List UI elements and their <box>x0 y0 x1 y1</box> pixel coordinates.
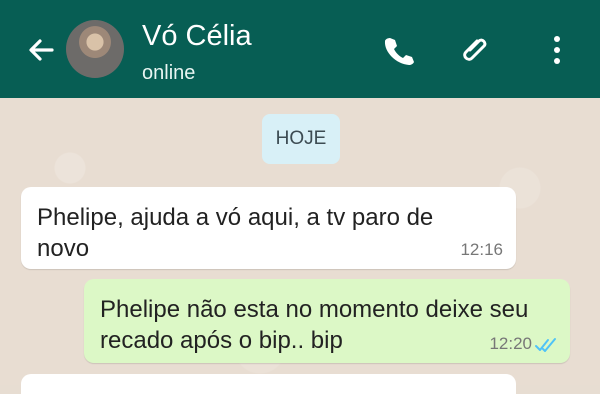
double-check-icon <box>535 338 556 352</box>
incoming-message[interactable]: Phelipe, ajuda a vó aqui, a tv paro de n… <box>21 187 516 269</box>
avatar[interactable] <box>66 20 124 78</box>
message-time: 12:16 <box>460 240 503 259</box>
more-vertical-icon[interactable] <box>543 32 571 68</box>
online-status: online <box>142 62 196 84</box>
message-time: 12:20 <box>489 334 532 353</box>
outgoing-message[interactable]: Phelipe não esta no momento deixe seu re… <box>84 279 570 363</box>
date-separator: HOJE <box>262 114 340 164</box>
contact-name[interactable]: Vó Célia <box>142 19 252 53</box>
paperclip-icon[interactable] <box>458 32 494 68</box>
back-arrow-icon[interactable] <box>22 30 62 70</box>
chat-header: Vó Célia online <box>0 0 600 98</box>
message-text: Phelipe não esta no momento deixe seu re… <box>100 296 529 354</box>
message-text: Phelipe, ajuda a vó aqui, a tv paro de n… <box>37 204 434 262</box>
partially-visible-incoming-message[interactable] <box>21 374 516 394</box>
phone-icon[interactable] <box>380 32 416 68</box>
